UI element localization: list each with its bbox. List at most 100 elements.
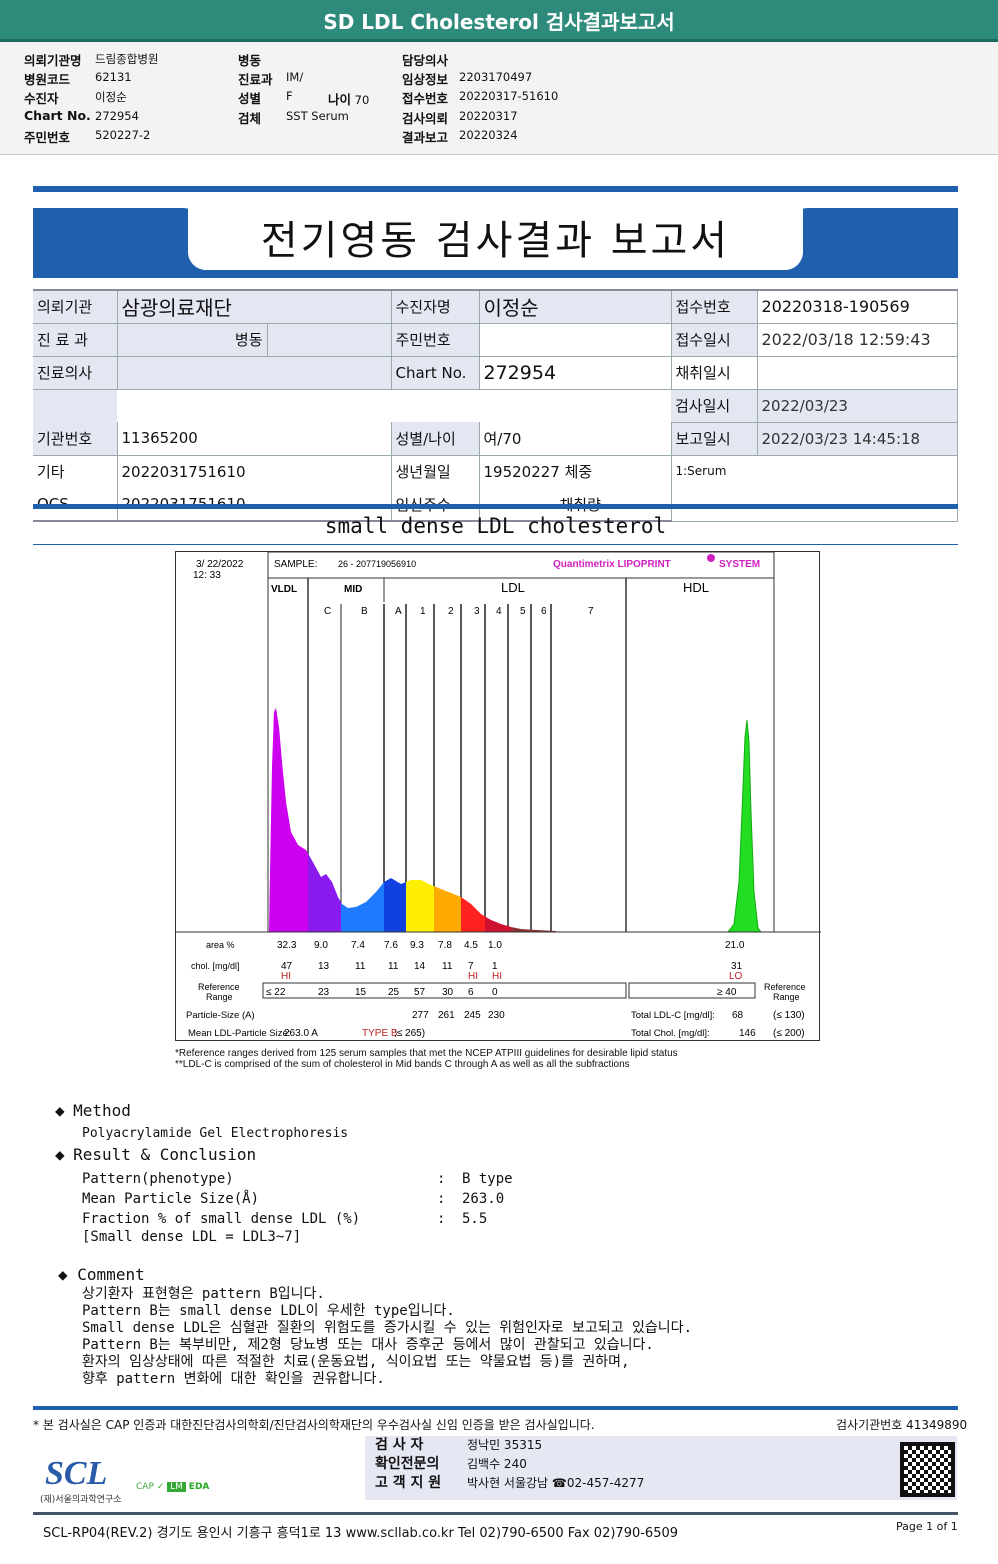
band-area-C — [308, 853, 341, 932]
diamond-icon: ◆ — [55, 1145, 65, 1164]
area-value: 9.3 — [410, 940, 424, 951]
mean-size-value: 263.0 A — [284, 1028, 318, 1039]
band-area-4 — [485, 916, 511, 932]
info-label: 임상정보 — [402, 72, 449, 87]
band-label: 3 — [474, 606, 480, 617]
staff-name: 정낙민 35315 — [467, 1438, 543, 1452]
ref-value: 25 — [388, 987, 400, 998]
chart-date: 3/ 22/2022 — [196, 559, 244, 570]
info-label: 검체 — [238, 111, 262, 126]
reference-range-label: Reference — [764, 982, 806, 992]
info-label: 의뢰기관명 — [24, 53, 82, 68]
ref-value: 57 — [414, 987, 426, 998]
method-title: Method — [73, 1101, 131, 1120]
info-label: 결과보고 — [402, 130, 449, 145]
ref-value: 23 — [318, 987, 330, 998]
area-value: 9.0 — [314, 940, 328, 951]
info-label: Chart No. — [24, 108, 91, 123]
total-chol-label: Total Chol. [mg/dl]: — [631, 1028, 710, 1039]
band-label: C — [324, 606, 331, 617]
particle-size-label: Particle-Size (A) — [186, 1010, 255, 1021]
chart-time: 12: 33 — [193, 570, 221, 581]
info-value: SST Serum — [286, 109, 349, 123]
order-info-panel: 나이 70 의뢰기관명 드림종합병원 병원코드 62131 수진자 이정순 Chart No… — [0, 42, 998, 155]
area-value: 7.4 — [351, 940, 365, 951]
group-label-hdl: HDL — [683, 580, 709, 595]
group-label-vldl: VLDL — [271, 584, 297, 595]
chol-label: chol. [mg/dl] — [191, 961, 240, 971]
area-value: 4.5 — [464, 940, 478, 951]
colon: : — [437, 1191, 446, 1207]
group-label-ldl: LDL — [501, 580, 525, 595]
ref-value: 0 — [492, 987, 498, 998]
band-area-HDL — [727, 719, 762, 933]
comment-line: 향후 pattern 변화에 대한 확인을 권유합니다. — [82, 1371, 385, 1387]
result-row: Mean Particle Size(Å):263.0 — [82, 1189, 582, 1209]
ref-value: 15 — [355, 987, 367, 998]
colon: : — [437, 1171, 446, 1187]
band-label: 5 — [520, 606, 526, 617]
total-ldlc-label: Total LDL-C [mg/dl]: — [631, 1010, 715, 1021]
reference-range-label: Reference — [198, 982, 240, 992]
report-banner: 전기영동 검사결과 보고서 — [33, 186, 958, 278]
info-value: IM/ — [286, 70, 304, 84]
chol-value: 11 — [442, 961, 453, 972]
area-value: 32.3 — [277, 940, 297, 951]
logo-subtitle: (재)서울의과학연구소 — [40, 1495, 122, 1505]
info-value: 520227-2 — [95, 128, 151, 142]
mean-size-label: Mean LDL-Particle Size: — [188, 1028, 290, 1039]
info-label: 병원코드 — [24, 72, 71, 87]
band-label: B — [361, 606, 368, 617]
accreditation-logos: CAP ✓ LM EDA — [136, 1482, 210, 1492]
info-label: 진료과 — [238, 72, 273, 87]
sample-id: 26 - 207719056910 — [338, 559, 416, 569]
comment-title: Comment — [77, 1265, 145, 1284]
qr-code — [900, 1442, 955, 1497]
result-label: Pattern(phenotype) — [82, 1171, 234, 1187]
info-value: 20220317 — [459, 109, 518, 123]
report-header-title: SD LDL Cholesterol 검사결과보고서 — [0, 0, 998, 42]
mean-size-type: TYPE B — [362, 1028, 398, 1039]
comment-line: 환자의 임상상태에 따른 적절한 치료(운동요법, 식이요법 또는 약물요법 등… — [82, 1354, 630, 1370]
mean-size-ref: ;≤ 265) — [394, 1028, 425, 1039]
comment-line: Small dense LDL은 심혈관 질환의 위험도를 증가시킬 수 있는 … — [82, 1320, 692, 1336]
lipoprint-chart: 3/ 22/2022 12: 33 SAMPLE: 26 - 207719056910… — [175, 551, 821, 1041]
staff-role: 확인전문의 — [375, 1456, 440, 1472]
band-area-2 — [434, 886, 461, 932]
certification-text: * 본 검사실은 CAP 인증과 대한진단검사의학회/진단검사의학재단의 우수검… — [33, 1418, 595, 1432]
info-value: 이정순 — [95, 90, 127, 104]
info-label: 담당의사 — [402, 53, 449, 68]
result-value: 263.0 — [462, 1191, 505, 1207]
footer-address: SCL-RP04(REV.2) 경기도 용인시 기흥구 흥덕1로 13 www.… — [43, 1526, 679, 1541]
comment-line: 상기환자 표현형은 pattern B입니다. — [82, 1286, 325, 1302]
result-label: Mean Particle Size(Å) — [82, 1191, 260, 1207]
comment-line: Pattern B는 small dense LDL이 우세한 type입니다. — [82, 1303, 455, 1319]
patient-table: 의뢰기관 삼광의료재단 수진자명 이정순 접수번호 20220318-190569 진 료… — [33, 289, 958, 522]
band-label: 7 — [588, 606, 594, 617]
flag-high: HI — [468, 971, 478, 982]
flag-high: HI — [492, 971, 502, 982]
result-note: [Small dense LDL = LDL3~7] — [82, 1229, 302, 1245]
result-title: Result & Conclusion — [73, 1145, 257, 1164]
band-area-A — [384, 878, 406, 932]
staff-row: 검 사 자 정낙민 35315 — [375, 1436, 644, 1455]
total-chol-value: 146 — [739, 1028, 756, 1039]
band-area-1 — [406, 880, 434, 932]
info-label: 검사의뢰 — [402, 111, 449, 126]
diamond-icon: ◆ — [58, 1265, 68, 1284]
band-area-VLDL — [269, 708, 308, 932]
registered-icon — [707, 554, 715, 562]
colon: : — [437, 1211, 446, 1227]
staff-role: 검 사 자 — [375, 1437, 424, 1453]
report-title: 전기영동 검사결과 보고서 — [260, 218, 731, 264]
info-value: 20220324 — [459, 128, 518, 142]
chart-note: **LDL-C is comprised of the sum of chole… — [175, 1059, 630, 1070]
band-label: 6 — [541, 606, 547, 617]
age-field: 나이 70 — [328, 92, 370, 107]
staff-name: 김백수 240 — [467, 1457, 527, 1471]
result-row: Fraction % of small dense LDL (%):5.5 — [82, 1209, 582, 1229]
chol-value: 13 — [318, 961, 330, 972]
hdl-ref-value: ≥ 40 — [717, 987, 737, 998]
staff-row: 확인전문의 김백수 240 — [375, 1455, 644, 1474]
area-value: 1.0 — [488, 940, 502, 951]
